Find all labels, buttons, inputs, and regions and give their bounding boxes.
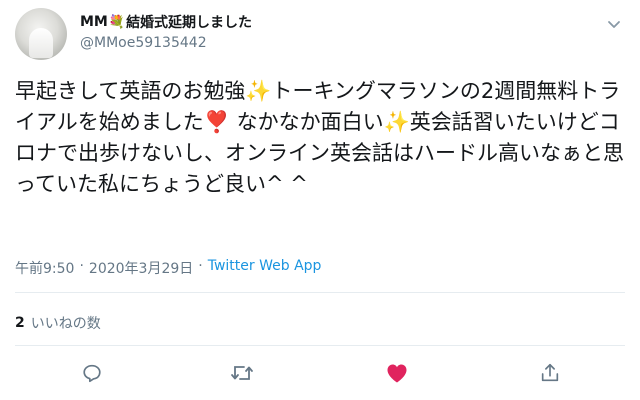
like-button[interactable] (384, 360, 410, 386)
user-handle[interactable]: @MMoe59135442 (80, 35, 207, 51)
like-count-label: いいねの数 (30, 316, 101, 332)
avatar[interactable] (15, 8, 67, 60)
display-name[interactable]: MM 💐 結婚式延期しました (80, 12, 252, 32)
divider-top (15, 292, 625, 293)
retweet-button[interactable] (229, 360, 255, 386)
likes-count[interactable]: 2 いいねの数 (15, 313, 101, 333)
retweet-icon (231, 366, 253, 380)
meta-separator-2: · (198, 258, 203, 274)
share-button[interactable] (537, 360, 563, 386)
tweet-source-link[interactable]: Twitter Web App (208, 258, 322, 278)
divider-bottom (15, 345, 625, 346)
tweet-time[interactable]: 午前9:50 (15, 258, 74, 278)
tweet-text: 早起きして英語のお勉強✨トーキングマラソンの2週間無料トライアルを始めました❣️… (15, 79, 624, 196)
tweet-metadata: 午前9:50 · 2020年3月29日 · Twitter Web App (15, 258, 321, 278)
tweet-date[interactable]: 2020年3月29日 (89, 258, 193, 278)
like-count-number: 2 (15, 315, 25, 331)
share-icon (541, 363, 559, 382)
display-name-suffix: 結婚式延期しました (126, 15, 253, 31)
bouquet-emoji-icon: 💐 (108, 14, 126, 30)
meta-separator: · (79, 258, 84, 274)
reply-button[interactable] (79, 360, 105, 386)
heart-icon (387, 364, 407, 383)
reply-icon (83, 364, 101, 383)
avatar-photo-dress (29, 28, 53, 58)
display-name-text: MM (80, 14, 108, 30)
more-options-chevron-down-icon[interactable] (604, 14, 624, 34)
